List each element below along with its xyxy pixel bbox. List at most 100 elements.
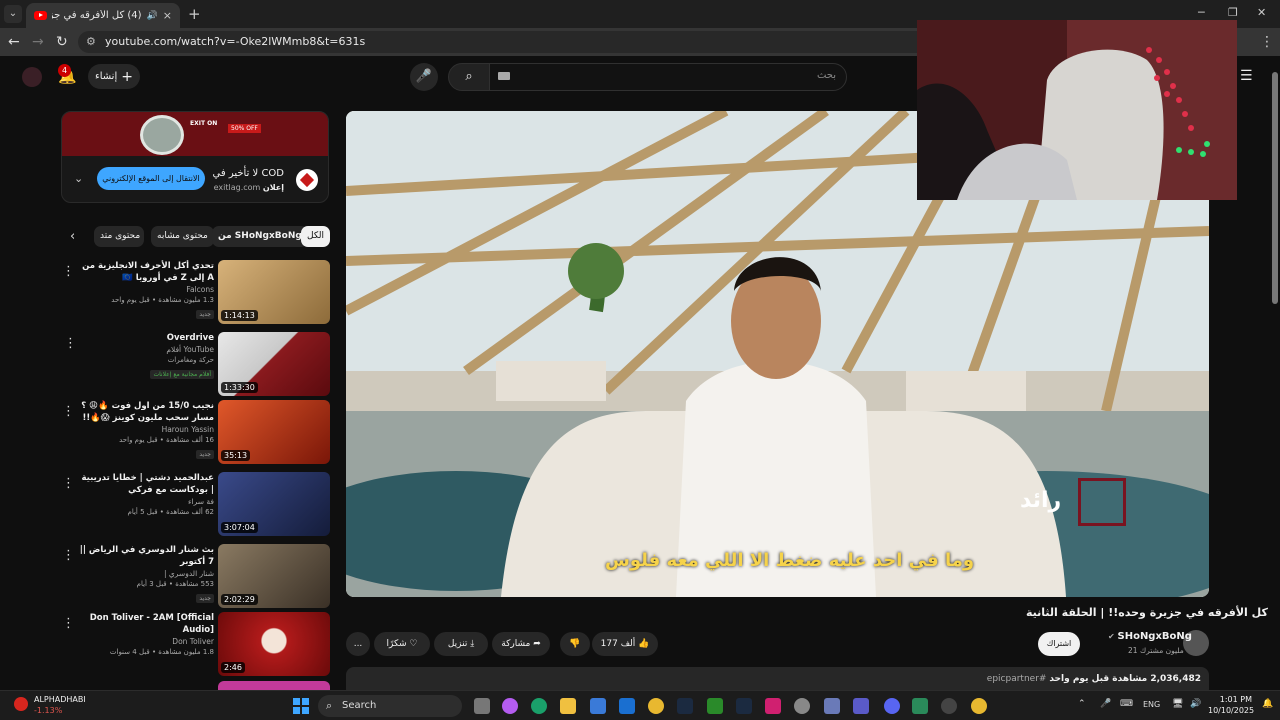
chevron-down-icon[interactable]: ⌄ xyxy=(74,172,83,185)
rec-channel[interactable]: فة سراء xyxy=(76,496,214,507)
restore-icon[interactable]: ❐ xyxy=(1228,6,1238,19)
rec-title[interactable]: تحدي أكل الأحرف الانجليزية من A إلى Z في… xyxy=(76,260,214,284)
rec-channel[interactable]: Don Toliver xyxy=(76,636,214,647)
download-button[interactable]: تنزيل ⤓ xyxy=(434,632,488,656)
notification-center-icon[interactable]: 🔔 xyxy=(1262,699,1273,709)
clock[interactable]: 1:01 PM 10/10/2025 xyxy=(1208,694,1254,716)
more-actions-icon[interactable]: ⋮ xyxy=(62,616,75,631)
account-avatar[interactable] xyxy=(22,67,42,87)
video-thumbnail[interactable]: 1:33:30 xyxy=(218,332,330,396)
tab-search-button[interactable]: ⌄ xyxy=(4,5,22,23)
language-indicator[interactable]: ENG xyxy=(1143,700,1160,709)
excel-icon[interactable] xyxy=(912,698,928,714)
store-icon[interactable] xyxy=(590,698,606,714)
more-actions-icon[interactable]: ⋮ xyxy=(64,336,77,351)
ad-visit-site-button[interactable]: الانتقال إلى الموقع الإلكتروني xyxy=(97,167,205,190)
start-button[interactable] xyxy=(293,698,309,714)
voice-search-mic-icon[interactable]: 🎤 xyxy=(410,63,438,91)
obs-icon[interactable] xyxy=(941,698,957,714)
microphone-icon[interactable]: 🎤 xyxy=(1100,699,1111,709)
rec-title[interactable]: Overdrive xyxy=(76,332,214,344)
video-thumbnail[interactable]: 2:46 xyxy=(218,612,330,676)
rec-channel[interactable]: شنار الدوسري | xyxy=(76,568,214,579)
browser-menu-icon[interactable]: ⋮ xyxy=(1260,34,1274,50)
tiktok-app-icon[interactable] xyxy=(765,698,781,714)
app-icon[interactable] xyxy=(824,698,840,714)
more-actions-icon[interactable]: ⋮ xyxy=(62,264,75,279)
more-actions-button[interactable]: ... xyxy=(346,632,370,656)
description-stats: 2,036,482 مشاهدة قبل يوم واحد #epicpartn… xyxy=(987,674,1201,684)
teams-icon[interactable] xyxy=(853,698,869,714)
new-tab-button[interactable]: + xyxy=(188,5,201,23)
rec-title[interactable]: عبدالحميد دشتي | خطايا تدريبية | بودكاست… xyxy=(76,472,215,496)
new-badge: جديد xyxy=(196,310,214,319)
speaker-icon[interactable]: 🔊 xyxy=(147,11,158,21)
steam-icon[interactable] xyxy=(677,698,693,714)
create-button[interactable]: إنشاء + xyxy=(88,64,140,89)
rec-title[interactable]: بث شنار الدوسري في الرياض || 7 أكتوبر xyxy=(76,544,214,568)
volume-icon[interactable]: 🔊 xyxy=(1190,699,1201,709)
site-info-icon[interactable]: ⚙ xyxy=(86,35,96,48)
more-actions-icon[interactable]: ⋮ xyxy=(62,476,75,491)
rec-title[interactable]: نجيب 15/0 من اول فوت 🔥😩 ؟ مسار سحب مليون… xyxy=(76,400,214,424)
chip-related[interactable]: محتوى متد xyxy=(94,226,144,247)
rec-channel[interactable]: Haroun Yassin xyxy=(76,424,214,435)
chips-scroll-left-icon[interactable]: ‹ xyxy=(70,229,75,244)
discord-icon[interactable] xyxy=(884,698,900,714)
chip-similar[interactable]: محتوى مشابه xyxy=(151,226,214,247)
copilot-icon[interactable] xyxy=(502,698,518,714)
steam-icon[interactable] xyxy=(736,698,752,714)
back-icon[interactable]: ← xyxy=(8,34,20,50)
url-text[interactable]: youtube.com/watch?v=-Oke2lWMmb8&t=631s xyxy=(105,35,365,48)
close-window-icon[interactable]: ✕ xyxy=(1257,6,1266,19)
browser-tab[interactable]: (4) كل الأفرقه في جزيرة وحده 🔊 × xyxy=(26,3,180,28)
ad-card[interactable]: EXIT ON 50% OFF ⌄ الانتقال إلى الموقع ال… xyxy=(61,111,329,203)
chip-all[interactable]: الكل xyxy=(301,226,331,247)
channel-name[interactable]: ✔ SHoNgxBoNg xyxy=(1108,631,1192,642)
video-thumbnail[interactable]: 35:13 xyxy=(218,400,330,464)
settings-gear-icon[interactable] xyxy=(794,698,810,714)
tab-close-icon[interactable]: × xyxy=(163,9,172,22)
video-thumbnail[interactable]: 2:02:29 xyxy=(218,544,330,608)
ad-advertiser-logo[interactable] xyxy=(296,169,318,191)
channel-name-text[interactable]: SHoNgxBoNg xyxy=(1118,631,1192,642)
forward-icon[interactable]: → xyxy=(32,34,44,50)
share-button[interactable]: مشاركة ➦ xyxy=(492,632,550,656)
chrome-icon[interactable] xyxy=(648,698,664,714)
chip-from-channel[interactable]: من SHoNgxBoNg xyxy=(212,226,308,247)
like-button[interactable]: 177 ألف 👍 xyxy=(592,632,658,656)
video-thumbnail[interactable]: 3:07:04 xyxy=(218,472,330,536)
video-thumbnail[interactable] xyxy=(218,681,330,690)
chrome-icon[interactable] xyxy=(971,698,987,714)
keyboard-icon[interactable]: ⌨ xyxy=(1120,699,1133,709)
xbox-icon[interactable] xyxy=(707,698,723,714)
search-input[interactable]: بحث xyxy=(489,63,847,91)
reload-icon[interactable]: ↻ xyxy=(56,34,68,50)
video-thumbnail[interactable]: 1:14:13 xyxy=(218,260,330,324)
new-badge: جديد xyxy=(196,594,214,603)
file-explorer-icon[interactable] xyxy=(560,698,576,714)
more-actions-icon[interactable]: ⋮ xyxy=(62,404,75,419)
dislike-button[interactable]: 👎 xyxy=(560,632,590,656)
network-icon[interactable]: 🖥 xyxy=(1172,699,1183,709)
keyboard-icon[interactable] xyxy=(498,72,510,80)
rec-channel[interactable]: YouTube أفلام xyxy=(76,344,214,355)
minimize-icon[interactable]: ─ xyxy=(1198,6,1205,19)
ad-title[interactable]: لا تأخير في COD xyxy=(213,168,284,179)
scrollbar-thumb[interactable] xyxy=(1272,72,1278,304)
guide-menu-icon[interactable]: ☰ xyxy=(1240,68,1253,84)
chevron-up-icon[interactable]: ⌃ xyxy=(1078,699,1086,709)
rec-meta: 62 ألف مشاهدة • قبل 5 أيام xyxy=(127,508,214,516)
outlook-icon[interactable] xyxy=(619,698,635,714)
more-actions-icon[interactable]: ⋮ xyxy=(62,548,75,563)
task-view-icon[interactable] xyxy=(474,698,490,714)
ad-banner-image[interactable]: EXIT ON 50% OFF xyxy=(62,112,328,156)
thanks-button[interactable]: شكرًا ♡ xyxy=(374,632,430,656)
search-button[interactable]: ⌕ xyxy=(448,63,490,91)
taskbar-search[interactable]: ⌕ Search xyxy=(318,695,462,717)
hashtag-link[interactable]: #epicpartner xyxy=(987,674,1047,684)
edge-icon[interactable] xyxy=(531,698,547,714)
rec-channel[interactable]: Falcons xyxy=(76,284,214,295)
rec-title[interactable]: Don Toliver - 2AM [Official Audio] xyxy=(76,612,214,636)
subscribe-button[interactable]: اشتراك xyxy=(1038,632,1080,656)
